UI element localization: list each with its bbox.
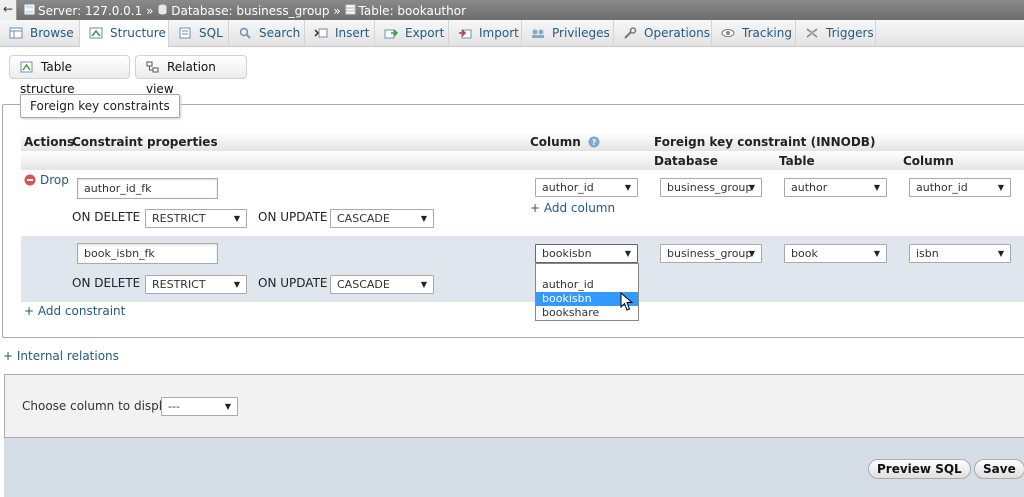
chevron-down-icon: ▼ — [873, 249, 880, 258]
export-icon — [384, 29, 398, 39]
chevron-down-icon: ▼ — [420, 214, 427, 223]
chevron-down-icon: ▼ — [748, 249, 755, 258]
table-select[interactable]: author ▼ — [784, 178, 887, 197]
tab-browse[interactable]: Browse — [0, 20, 80, 47]
tab-structure[interactable]: Structure — [80, 20, 169, 48]
chevron-down-icon: ▼ — [624, 249, 631, 258]
header-database: Database — [654, 154, 718, 168]
database-select[interactable]: business_group ▼ — [660, 244, 762, 263]
header-table: Table — [779, 154, 815, 168]
wrench-icon — [624, 27, 637, 39]
breadcrumb: Server: 127.0.0.1 » Database: business_g… — [24, 3, 466, 18]
structure-icon — [20, 61, 33, 73]
tab-triggers[interactable]: Triggers — [796, 20, 876, 47]
mouse-cursor-icon — [620, 292, 634, 311]
add-column-link[interactable]: + Add column — [530, 201, 615, 215]
chevron-down-icon: ▼ — [748, 183, 755, 192]
chevron-down-icon: ▼ — [224, 402, 231, 411]
preview-sql-button[interactable]: Preview SQL — [868, 459, 971, 479]
main-tabs: Browse Structure SQL Search Insert Expor… — [0, 20, 1024, 48]
column-select-open[interactable]: bookisbn ▼ — [535, 244, 638, 263]
privileges-icon — [532, 29, 544, 38]
on-delete-select[interactable]: RESTRICT ▼ — [145, 209, 247, 228]
chevron-down-icon: ▼ — [420, 280, 427, 289]
on-update-label: ON UPDATE — [258, 210, 328, 224]
on-delete-label: ON DELETE — [72, 276, 141, 290]
sql-icon — [179, 27, 191, 39]
breadcrumb-table[interactable]: Table: bookauthor — [345, 3, 466, 18]
on-update-select[interactable]: CASCADE ▼ — [330, 209, 434, 228]
chevron-down-icon: ▼ — [233, 280, 240, 289]
import-icon — [459, 29, 472, 39]
svg-text:?: ? — [592, 138, 597, 147]
chevron-down-icon: ▼ — [873, 183, 880, 192]
chevron-down-icon: ▼ — [997, 183, 1004, 192]
on-update-select[interactable]: CASCADE ▼ — [330, 275, 434, 294]
table-header-row: Actions Constraint properties Column ? F… — [21, 133, 1024, 151]
table-subheader-row: Database Table Column — [21, 152, 1024, 170]
internal-relations-link[interactable]: + Internal relations — [3, 349, 119, 363]
breadcrumb-server[interactable]: Server: 127.0.0.1 — [24, 3, 142, 18]
tab-search[interactable]: Search — [229, 20, 305, 47]
ref-column-select[interactable]: isbn ▼ — [909, 244, 1011, 263]
ref-column-select[interactable]: author_id ▼ — [909, 178, 1011, 197]
eye-icon — [721, 29, 735, 37]
tab-insert[interactable]: Insert — [305, 20, 375, 47]
tab-privileges[interactable]: Privileges — [522, 20, 614, 47]
database-icon — [158, 4, 167, 15]
breadcrumb-separator: » — [146, 3, 154, 18]
tab-operations[interactable]: Operations — [614, 20, 712, 47]
dropdown-option[interactable]: author_id — [536, 278, 638, 292]
header-column: Column ? — [530, 135, 600, 149]
display-column-label: Choose column to display: — [22, 399, 180, 413]
search-icon — [239, 27, 251, 39]
constraint-name-input[interactable]: author_id_fk — [77, 178, 218, 199]
header-fk-constraint: Foreign key constraint (INNODB) — [654, 135, 876, 149]
breadcrumb-separator: » — [333, 3, 341, 18]
breadcrumb-bar: ← Server: 127.0.0.1 » Database: business… — [0, 0, 1024, 20]
display-column-select[interactable]: --- ▼ — [161, 397, 238, 416]
tab-import[interactable]: Import — [449, 20, 522, 47]
on-delete-select[interactable]: RESTRICT ▼ — [145, 275, 247, 294]
tab-tracking[interactable]: Tracking — [712, 20, 796, 47]
header-constraint-properties: Constraint properties — [72, 135, 218, 149]
constraint-name-input[interactable]: book_isbn_fk — [77, 243, 218, 264]
table-select[interactable]: book ▼ — [784, 244, 887, 263]
insert-icon — [314, 28, 328, 38]
header-actions: Actions — [24, 135, 75, 149]
add-constraint-link[interactable]: + Add constraint — [24, 304, 125, 318]
relation-icon — [146, 61, 159, 73]
foreign-key-legend: Foreign key constraints — [20, 94, 180, 118]
header-ref-column: Column — [903, 154, 954, 168]
table-icon — [345, 4, 356, 15]
column-select[interactable]: author_id ▼ — [535, 178, 638, 197]
browse-icon — [9, 27, 23, 39]
database-select[interactable]: business_group ▼ — [660, 178, 762, 197]
drop-icon — [24, 174, 36, 186]
on-delete-label: ON DELETE — [72, 210, 141, 224]
drop-link[interactable]: Drop — [24, 173, 69, 187]
on-update-label: ON UPDATE — [258, 276, 328, 290]
help-icon[interactable]: ? — [588, 136, 600, 148]
table-structure-button[interactable]: Table structure — [9, 55, 130, 96]
chevron-down-icon: ▼ — [997, 249, 1004, 258]
chevron-down-icon: ▼ — [233, 214, 240, 223]
tab-sql[interactable]: SQL — [169, 20, 229, 47]
dropdown-option[interactable] — [536, 265, 638, 279]
server-icon — [24, 4, 35, 15]
structure-icon — [89, 27, 103, 39]
back-arrow-icon[interactable]: ← — [0, 0, 17, 20]
triggers-icon — [806, 28, 818, 38]
breadcrumb-database[interactable]: Database: business_group — [157, 3, 330, 18]
relation-view-button[interactable]: Relation view — [135, 55, 247, 96]
tab-export[interactable]: Export — [375, 20, 449, 47]
save-button[interactable]: Save — [974, 459, 1024, 479]
chevron-down-icon: ▼ — [624, 183, 631, 192]
